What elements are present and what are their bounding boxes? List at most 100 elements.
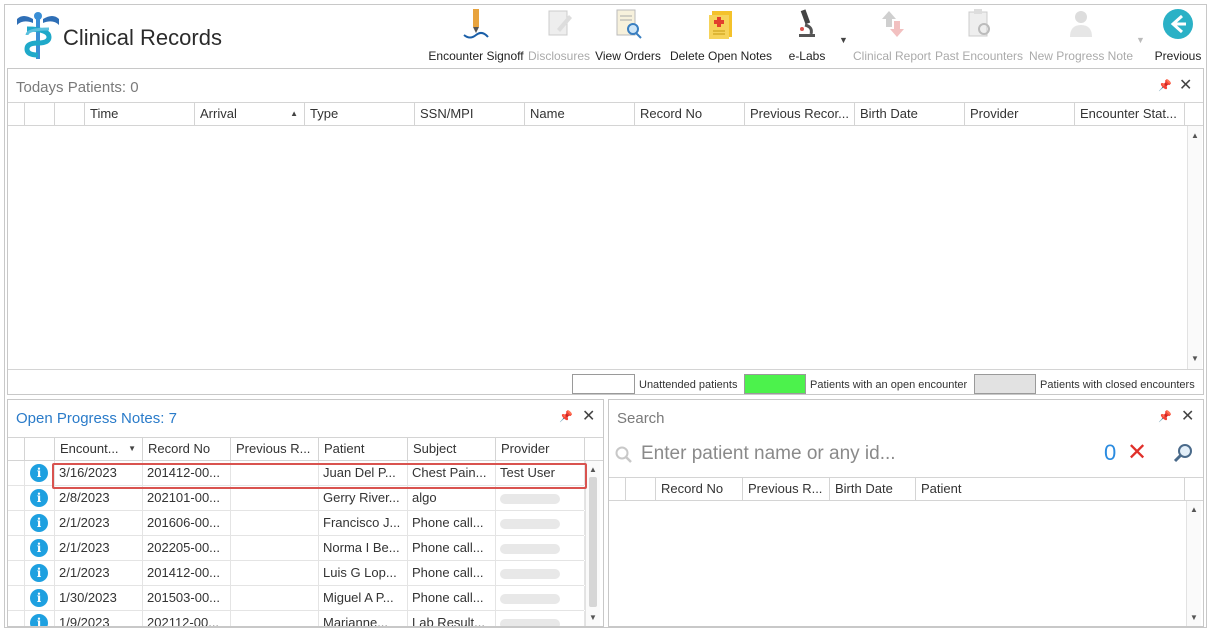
info-icon[interactable]: i bbox=[30, 514, 48, 532]
clinical-report-button[interactable]: Clinical Report bbox=[852, 7, 932, 65]
pin-icon[interactable]: 📌 bbox=[559, 410, 573, 423]
view-orders-button[interactable]: View Orders bbox=[594, 7, 662, 65]
close-icon[interactable]: ✕ bbox=[1179, 75, 1192, 95]
search-grid-header: Record No Previous R... Birth Date Patie… bbox=[609, 477, 1203, 501]
column-header-birth-date[interactable]: Birth Date bbox=[855, 103, 965, 125]
cell-patient: Francisco J... bbox=[319, 511, 408, 535]
info-icon[interactable]: i bbox=[30, 489, 48, 507]
disclosures-button[interactable]: Disclosures bbox=[527, 7, 591, 65]
info-icon[interactable]: i bbox=[30, 614, 48, 626]
cell-subject: Phone call... bbox=[408, 536, 496, 560]
microscope-icon bbox=[799, 9, 815, 37]
pin-icon[interactable]: 📌 bbox=[1158, 79, 1172, 92]
table-row[interactable]: i 2/1/2023 201606-00... Francisco J... Phone… bbox=[8, 511, 585, 536]
table-row[interactable]: i 1/9/2023 202112-00... Marianne... Lab Resu… bbox=[8, 611, 585, 626]
clear-search-icon[interactable]: ✕ bbox=[1127, 438, 1147, 467]
column-header-patient[interactable]: Patient bbox=[916, 478, 1185, 500]
pin-icon[interactable]: 📌 bbox=[1158, 410, 1172, 423]
search-icon bbox=[615, 446, 632, 463]
row-indicator bbox=[8, 611, 25, 626]
e-labs-button[interactable]: e-Labs bbox=[779, 7, 835, 65]
notes-vertical-scrollbar[interactable]: ▲ ▼ bbox=[585, 461, 600, 626]
column-header-record-no[interactable]: Record No bbox=[143, 438, 231, 460]
todays-vertical-scrollbar[interactable]: ▲ ▼ bbox=[1187, 126, 1202, 369]
legend-divider bbox=[8, 369, 1203, 370]
cell-previous-record bbox=[231, 561, 319, 585]
column-header-indicator bbox=[609, 478, 626, 500]
e-labs-dropdown-arrow-icon[interactable]: ▼ bbox=[839, 35, 848, 45]
open-progress-notes-title: Open Progress Notes: 7 bbox=[16, 410, 177, 427]
previous-button[interactable]: Previous bbox=[1152, 7, 1204, 65]
encounter-signoff-label: Encounter Signoff bbox=[428, 49, 524, 63]
column-header-time[interactable]: Time bbox=[85, 103, 195, 125]
info-icon[interactable]: i bbox=[30, 564, 48, 582]
column-header-record-no[interactable]: Record No bbox=[656, 478, 743, 500]
column-header-encounter-status[interactable]: Encounter Stat... bbox=[1075, 103, 1185, 125]
signature-pen-icon bbox=[463, 9, 489, 39]
scroll-up-icon[interactable]: ▲ bbox=[1191, 131, 1199, 140]
previous-label: Previous bbox=[1154, 49, 1202, 63]
column-header-provider[interactable]: Provider bbox=[496, 438, 585, 460]
column-header-previous-record[interactable]: Previous R... bbox=[231, 438, 319, 460]
encounter-signoff-button[interactable]: Encounter Signoff bbox=[426, 7, 526, 65]
column-header-encounter-date[interactable]: Encount... ▼ bbox=[55, 438, 143, 460]
table-row[interactable]: i 2/1/2023 202205-00... Norma I Be... Phone … bbox=[8, 536, 585, 561]
column-header-birth-date[interactable]: Birth Date bbox=[830, 478, 916, 500]
scrollbar-thumb[interactable] bbox=[589, 477, 597, 607]
column-header-icon bbox=[25, 103, 55, 125]
column-header-patient[interactable]: Patient bbox=[319, 438, 408, 460]
column-header-name[interactable]: Name bbox=[525, 103, 635, 125]
new-progress-note-button[interactable]: New Progress Note bbox=[1026, 7, 1136, 65]
search-panel-title: Search bbox=[617, 410, 665, 427]
cell-encounter-date: 2/1/2023 bbox=[55, 561, 143, 585]
info-icon[interactable]: i bbox=[30, 464, 48, 482]
column-header-previous-record[interactable]: Previous R... bbox=[743, 478, 830, 500]
legend-open-swatch bbox=[744, 374, 806, 394]
scroll-up-icon[interactable]: ▲ bbox=[1190, 505, 1198, 514]
delete-open-notes-button[interactable]: Delete Open Notes bbox=[665, 7, 777, 65]
column-header-subject[interactable]: Subject bbox=[408, 438, 496, 460]
cell-encounter-date: 2/8/2023 bbox=[55, 486, 143, 510]
search-vertical-scrollbar[interactable]: ▲ ▼ bbox=[1186, 501, 1201, 626]
past-encounters-button[interactable]: Past Encounters bbox=[935, 7, 1023, 65]
legend-closed-label: Patients with closed encounters bbox=[1040, 379, 1195, 391]
caduceus-logo-icon bbox=[17, 12, 59, 59]
cell-record-no: 202205-00... bbox=[143, 536, 231, 560]
cell-record-no: 201503-00... bbox=[143, 586, 231, 610]
cell-provider bbox=[496, 511, 585, 535]
info-icon[interactable]: i bbox=[30, 539, 48, 557]
scroll-up-icon[interactable]: ▲ bbox=[589, 465, 597, 474]
past-encounters-label: Past Encounters bbox=[935, 49, 1024, 63]
cell-subject: Lab Result... bbox=[408, 611, 496, 626]
close-icon[interactable]: ✕ bbox=[582, 406, 595, 426]
table-row[interactable]: i 2/8/2023 202101-00... Gerry River... algo bbox=[8, 486, 585, 511]
column-header-provider[interactable]: Provider bbox=[965, 103, 1075, 125]
row-icon-cell: i bbox=[25, 486, 55, 510]
scroll-down-icon[interactable]: ▼ bbox=[1190, 613, 1198, 622]
new-progress-note-dropdown-icon[interactable]: ▼ bbox=[1136, 35, 1145, 45]
app-window: Clinical Records Encounter Signoff Discl… bbox=[4, 4, 1207, 628]
close-icon[interactable]: ✕ bbox=[1181, 406, 1194, 426]
cell-previous-record bbox=[231, 586, 319, 610]
redacted-provider bbox=[500, 593, 560, 604]
info-icon[interactable]: i bbox=[30, 589, 48, 607]
search-input[interactable] bbox=[639, 440, 1039, 468]
scroll-down-icon[interactable]: ▼ bbox=[1191, 354, 1199, 363]
scroll-down-icon[interactable]: ▼ bbox=[589, 613, 597, 622]
disclosures-label: Disclosures bbox=[527, 49, 590, 63]
column-header-arrival[interactable]: Arrival ▲ bbox=[195, 103, 305, 125]
row-indicator bbox=[8, 461, 25, 485]
search-magnifier-button-icon[interactable] bbox=[1172, 442, 1194, 464]
column-header-record-no[interactable]: Record No bbox=[635, 103, 745, 125]
column-header-ssn[interactable]: SSN/MPI bbox=[415, 103, 525, 125]
column-header-previous-record[interactable]: Previous Recor... bbox=[745, 103, 855, 125]
column-header-indicator bbox=[8, 438, 25, 460]
table-row[interactable]: i 2/1/2023 201412-00... Luis G Lop... Phone … bbox=[8, 561, 585, 586]
cell-previous-record bbox=[231, 511, 319, 535]
row-icon-cell: i bbox=[25, 511, 55, 535]
column-header-type[interactable]: Type bbox=[305, 103, 415, 125]
table-row[interactable]: i 1/30/2023 201503-00... Miguel A P... Phone… bbox=[8, 586, 585, 611]
selected-row-highlight bbox=[52, 463, 587, 489]
row-indicator bbox=[8, 536, 25, 560]
legend-unattended-label: Unattended patients bbox=[639, 379, 738, 391]
